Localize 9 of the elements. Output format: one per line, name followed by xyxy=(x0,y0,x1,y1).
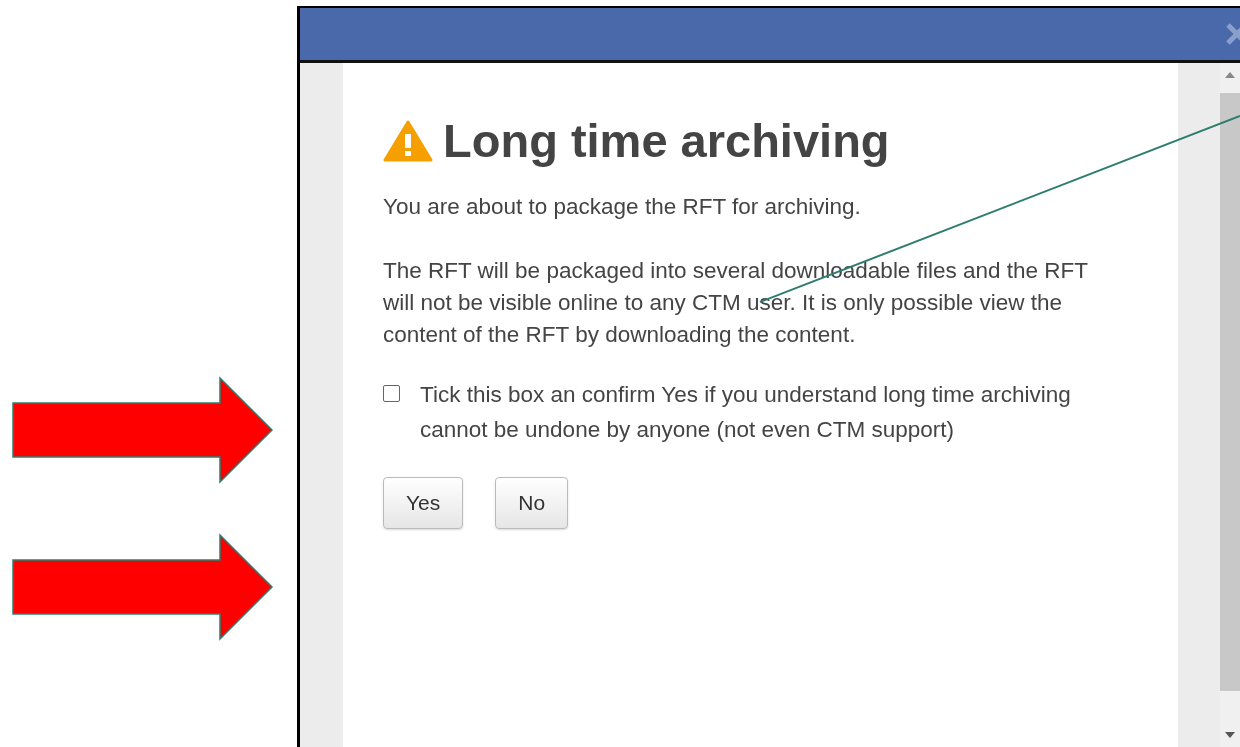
scroll-up-icon[interactable] xyxy=(1225,71,1235,79)
scroll-down-icon[interactable] xyxy=(1225,731,1235,739)
dialog-button[interactable]: No xyxy=(495,477,569,529)
message-text: You are about to package the RFT for archiving. xyxy=(383,193,862,221)
dialog-button[interactable]: Yes xyxy=(383,477,464,529)
checkbox-label[interactable]: Tick this box an confirm Yes if you understand long time archiving cannot be undone by anyone (not even CTM support) xyxy=(420,377,1115,447)
checkbox[interactable] xyxy=(383,385,400,402)
dialog-title: Long time archiving xyxy=(443,113,890,169)
warning-icon xyxy=(383,120,433,162)
